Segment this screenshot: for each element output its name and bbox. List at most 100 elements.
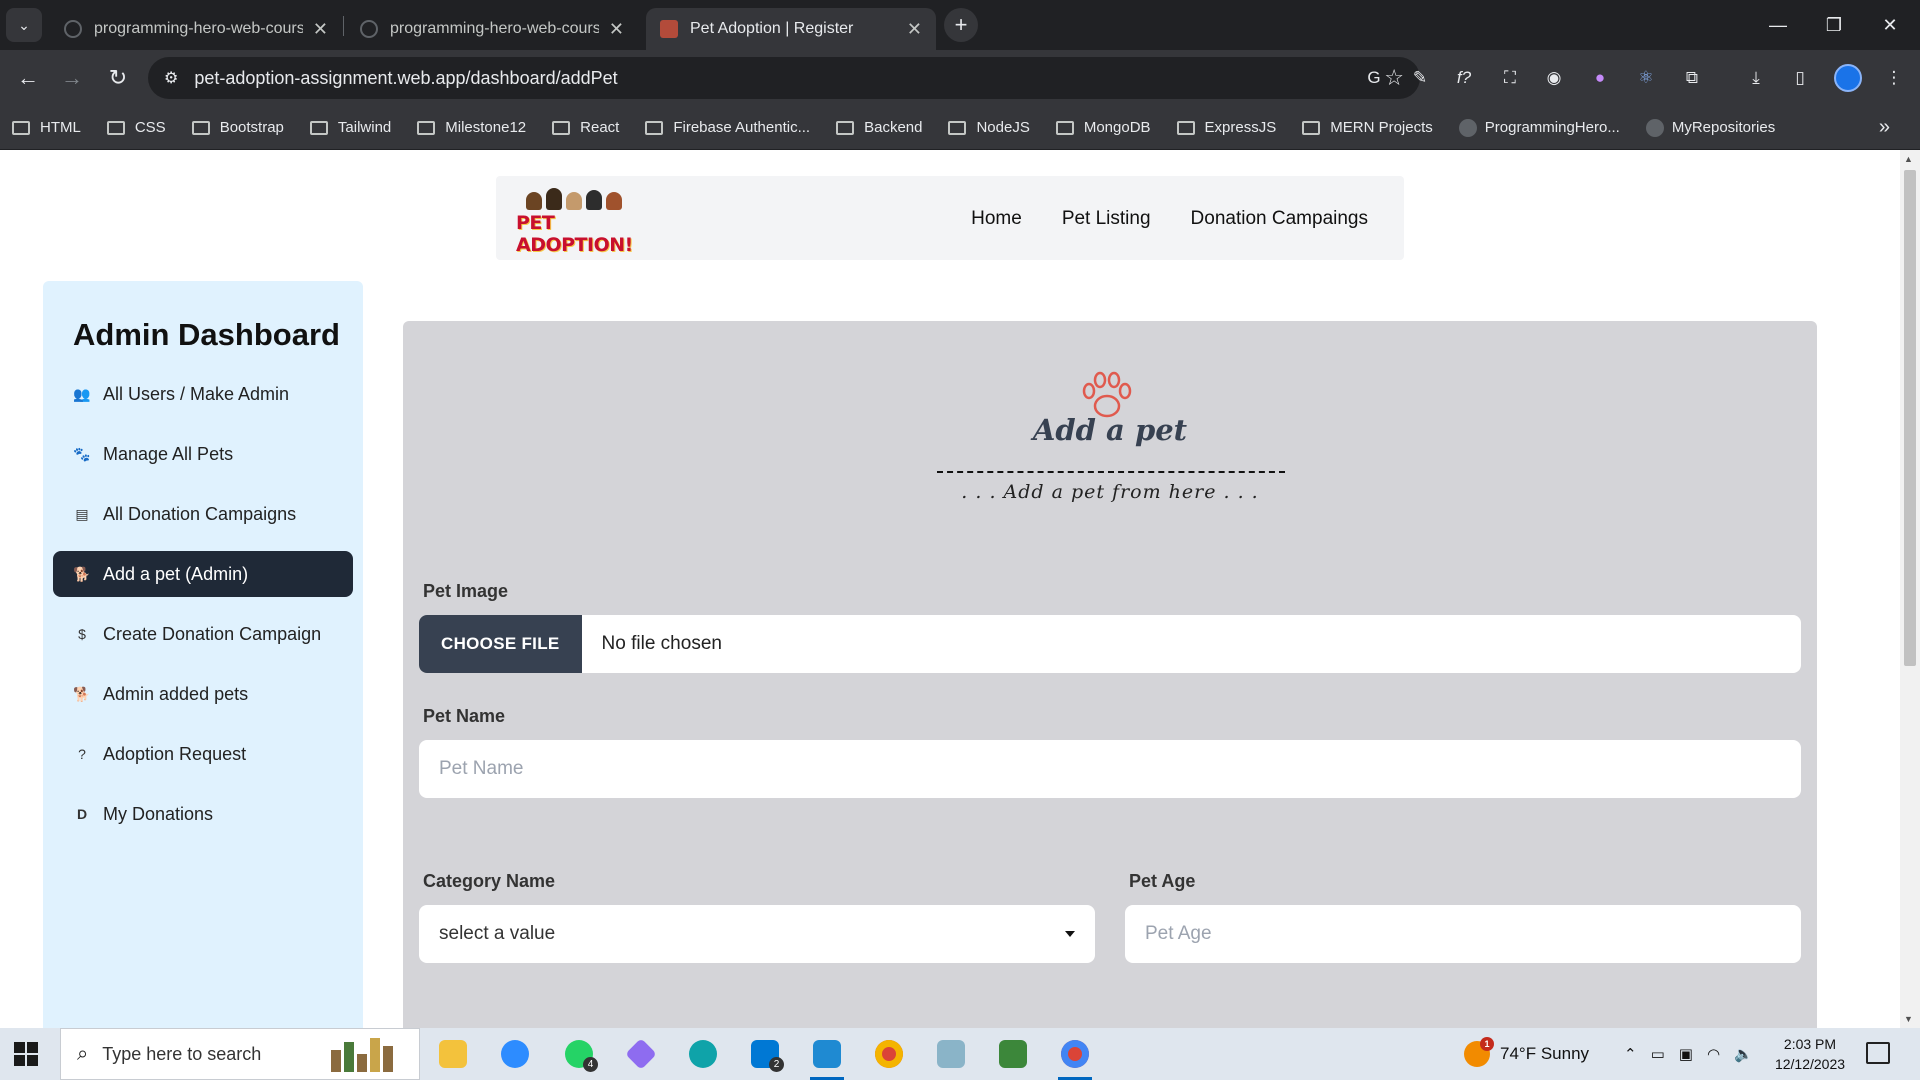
whatsapp-icon[interactable]: 4	[558, 1034, 600, 1074]
close-window-icon[interactable]: ✕	[1862, 0, 1918, 50]
pet-name-placeholder: Pet Name	[439, 758, 524, 779]
folder-icon	[417, 120, 436, 135]
bookmark-firebase[interactable]: Firebase Authentic...	[645, 119, 810, 136]
bookmark-mongodb[interactable]: MongoDB	[1055, 119, 1151, 136]
pet-image-file-input[interactable]: CHOOSE FILE No file chosen	[419, 615, 1801, 673]
pet-age-input[interactable]: Pet Age	[1125, 905, 1801, 963]
bookmark-programminghero[interactable]: ProgrammingHero...	[1458, 118, 1620, 137]
browser-tab-active[interactable]: Pet Adoption | Register ✕	[646, 8, 936, 50]
page-scrollbar[interactable]: ▲ ▼	[1900, 150, 1920, 1028]
device-icon[interactable]: ▣	[1679, 1045, 1693, 1063]
chevron-up-icon[interactable]: ⌃	[1624, 1045, 1637, 1063]
scroll-up-icon[interactable]: ▲	[1904, 154, 1913, 164]
back-icon[interactable]: ←	[10, 60, 46, 96]
folder-icon	[106, 120, 125, 135]
browser-tab-2[interactable]: programming-hero-web-cours ✕	[346, 8, 638, 50]
category-select[interactable]: select a value	[419, 905, 1095, 963]
palette-icon[interactable]: ●	[1586, 64, 1614, 92]
bookmark-css[interactable]: CSS	[106, 119, 166, 136]
taskbar-search[interactable]: ⌕ Type here to search	[60, 1028, 420, 1080]
puzzle-icon[interactable]: ⧉	[1678, 64, 1706, 92]
sidebar-item-label: Add a pet (Admin)	[103, 563, 249, 584]
sidebar-item-add-pet[interactable]: 🐕 Add a pet (Admin)	[53, 551, 353, 597]
site-navbar: PET ADOPTION! Home Pet Listing Donation …	[496, 176, 1404, 260]
scrollbar-thumb[interactable]	[1904, 170, 1916, 666]
chrome-profile-icon[interactable]	[1054, 1034, 1096, 1080]
app-icon[interactable]	[620, 1034, 662, 1074]
folder-icon	[12, 120, 30, 135]
taskbar-clock[interactable]: 2:03 PM 12/12/2023	[1770, 1034, 1850, 1074]
bookmark-backend[interactable]: Backend	[836, 119, 922, 136]
react-devtools-icon[interactable]: ⚛	[1632, 64, 1660, 92]
url-text[interactable]: pet-adoption-assignment.web.app/dashboar…	[194, 68, 1384, 89]
file-explorer-icon[interactable]	[432, 1034, 474, 1074]
bookmark-bootstrap[interactable]: Bootstrap	[191, 119, 284, 136]
bookmark-tailwind[interactable]: Tailwind	[309, 119, 391, 136]
volume-icon[interactable]: 🔈	[1734, 1045, 1753, 1063]
sidebar-item-label: Manage All Pets	[103, 443, 234, 464]
bookmark-milestone12[interactable]: Milestone12	[417, 119, 526, 136]
choose-file-button[interactable]: CHOOSE FILE	[419, 615, 582, 673]
more-bookmarks-icon[interactable]: »	[1879, 116, 1890, 139]
side-panel-icon[interactable]: ▯	[1786, 64, 1814, 92]
minimize-icon[interactable]: —	[1750, 0, 1806, 50]
pet-name-input[interactable]: Pet Name	[419, 740, 1801, 798]
sidebar-item-all-donation-campaigns[interactable]: ▤ All Donation Campaigns	[53, 491, 353, 537]
chrome-menu-icon[interactable]: ⋮	[1880, 64, 1908, 92]
nodejs-icon[interactable]	[992, 1034, 1034, 1074]
bookmark-html[interactable]: HTML	[12, 119, 81, 136]
download-icon[interactable]: ⤓	[1742, 64, 1770, 92]
battery-icon[interactable]: ▭	[1651, 1045, 1665, 1063]
wifi-icon[interactable]: ◠	[1707, 1045, 1720, 1063]
close-tab-icon[interactable]: ✕	[313, 19, 328, 40]
nav-link-pet-listing[interactable]: Pet Listing	[1062, 208, 1151, 230]
sidebar-item-all-users[interactable]: 👥 All Users / Make Admin	[53, 371, 353, 417]
bookmark-myrepositories[interactable]: MyRepositories	[1645, 118, 1775, 137]
site-info-icon[interactable]: ⚙	[164, 68, 178, 88]
page-viewport: PET ADOPTION! Home Pet Listing Donation …	[0, 150, 1900, 1028]
bookmark-expressjs[interactable]: ExpressJS	[1176, 119, 1276, 136]
folder-icon	[948, 120, 967, 135]
sidebar-item-admin-added-pets[interactable]: 🐕 Admin added pets	[53, 671, 353, 717]
tab-separator	[343, 16, 344, 36]
edge-icon[interactable]	[682, 1034, 724, 1074]
folder-icon	[1302, 120, 1321, 135]
sidebar-item-manage-pets[interactable]: 🐾 Manage All Pets	[53, 431, 353, 477]
extension-icon[interactable]: ✎	[1406, 64, 1434, 92]
bookmark-nodejs[interactable]: NodeJS	[948, 119, 1030, 136]
sidebar-item-label: Create Donation Campaign	[103, 623, 322, 644]
camera-icon[interactable]: ◉	[1540, 64, 1568, 92]
new-tab-button[interactable]: +	[944, 8, 978, 42]
screenshot-icon[interactable]: ⛶	[1496, 64, 1524, 92]
app-icon[interactable]	[930, 1034, 972, 1074]
form-title: Add a pet	[1032, 413, 1188, 447]
bookmark-react[interactable]: React	[552, 119, 619, 136]
bookmark-mern-projects[interactable]: MERN Projects	[1302, 119, 1433, 136]
address-bar[interactable]: ⚙ pet-adoption-assignment.web.app/dashbo…	[148, 57, 1420, 99]
sidebar-item-adoption-request[interactable]: ? Adoption Request	[53, 731, 353, 777]
pet-adoption-logo[interactable]: PET ADOPTION!	[516, 188, 658, 256]
fx-icon[interactable]: f?	[1450, 64, 1478, 92]
google-translate-icon[interactable]: G	[1360, 64, 1388, 92]
notification-icon[interactable]	[1866, 1042, 1890, 1064]
forward-icon[interactable]: →	[54, 60, 90, 96]
vscode-icon[interactable]	[806, 1034, 848, 1080]
clock-date: 12/12/2023	[1774, 1056, 1846, 1072]
close-tab-icon[interactable]: ✕	[907, 19, 922, 40]
profile-avatar[interactable]	[1834, 64, 1862, 92]
sidebar-item-create-donation[interactable]: $ Create Donation Campaign	[53, 611, 353, 657]
restore-icon[interactable]: ❐	[1806, 0, 1862, 50]
mail-icon[interactable]: 2	[744, 1034, 786, 1074]
zoom-icon[interactable]	[494, 1034, 536, 1074]
nav-link-home[interactable]: Home	[971, 208, 1022, 230]
close-tab-icon[interactable]: ✕	[609, 19, 624, 40]
scroll-down-icon[interactable]: ▼	[1904, 1014, 1913, 1024]
chrome-icon[interactable]	[868, 1034, 910, 1074]
reload-icon[interactable]: ↻	[100, 60, 136, 96]
browser-tab-1[interactable]: programming-hero-web-cours ✕	[50, 8, 342, 50]
tab-search-button[interactable]: ⌄	[6, 8, 42, 42]
windows-start-icon[interactable]	[14, 1042, 38, 1066]
sidebar-item-my-donations[interactable]: D My Donations	[53, 791, 353, 837]
nav-link-donation-campaigns[interactable]: Donation Campaings	[1191, 208, 1368, 230]
weather-widget[interactable]: 1 74°F Sunny	[1464, 1028, 1589, 1080]
